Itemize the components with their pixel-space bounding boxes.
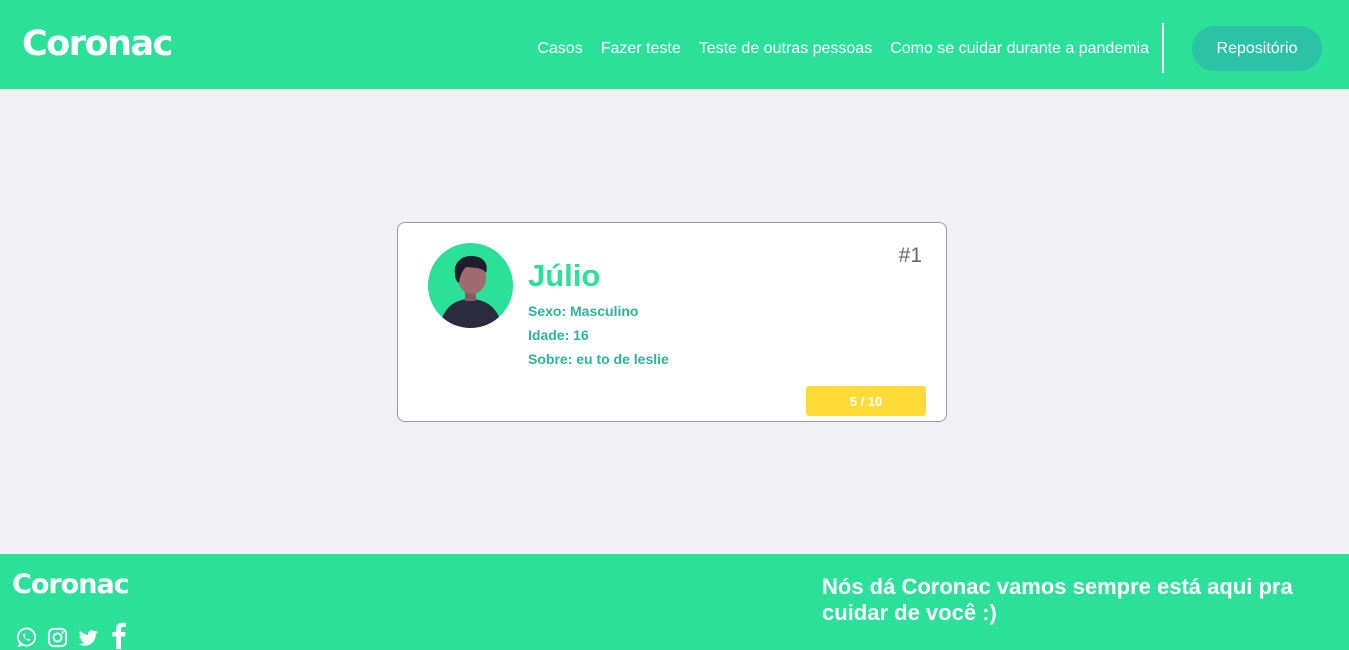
- facebook-icon[interactable]: [108, 621, 128, 650]
- person-sexo: Sexo: Masculino: [528, 303, 639, 319]
- score-badge: 5 / 10: [806, 386, 926, 416]
- social-links: [15, 621, 128, 650]
- person-sobre: Sobre: eu to de leslie: [528, 351, 669, 367]
- header: Coronac Casos Fazer teste Teste de outra…: [0, 0, 1349, 89]
- footer: Coronac Nós dá Coronac vamos sempre está…: [0, 554, 1349, 650]
- nav-fazer-teste[interactable]: Fazer teste: [601, 39, 681, 59]
- main-nav: Casos Fazer teste Teste de outras pessoa…: [519, 39, 1149, 59]
- avatar: [428, 243, 513, 328]
- person-icon: [428, 243, 513, 328]
- nav-divider: [1162, 23, 1164, 73]
- instagram-icon[interactable]: [46, 626, 69, 650]
- person-card: Júlio Sexo: Masculino Idade: 16 Sobre: e…: [397, 222, 947, 422]
- whatsapp-icon[interactable]: [15, 626, 38, 650]
- card-number: #1: [898, 244, 922, 267]
- logo[interactable]: Coronac: [22, 22, 173, 66]
- nav-como-se-cuidar[interactable]: Como se cuidar durante a pandemia: [890, 39, 1149, 59]
- person-idade: Idade: 16: [528, 327, 589, 343]
- person-name: Júlio: [528, 258, 601, 293]
- nav-teste-outras-pessoas[interactable]: Teste de outras pessoas: [699, 39, 872, 59]
- nav-casos[interactable]: Casos: [537, 39, 582, 59]
- footer-logo[interactable]: Coronac: [12, 568, 130, 602]
- footer-tagline: Nós dá Coronac vamos sempre está aqui pr…: [822, 574, 1293, 625]
- twitter-icon[interactable]: [77, 626, 100, 650]
- repository-button[interactable]: Repositório: [1192, 26, 1322, 71]
